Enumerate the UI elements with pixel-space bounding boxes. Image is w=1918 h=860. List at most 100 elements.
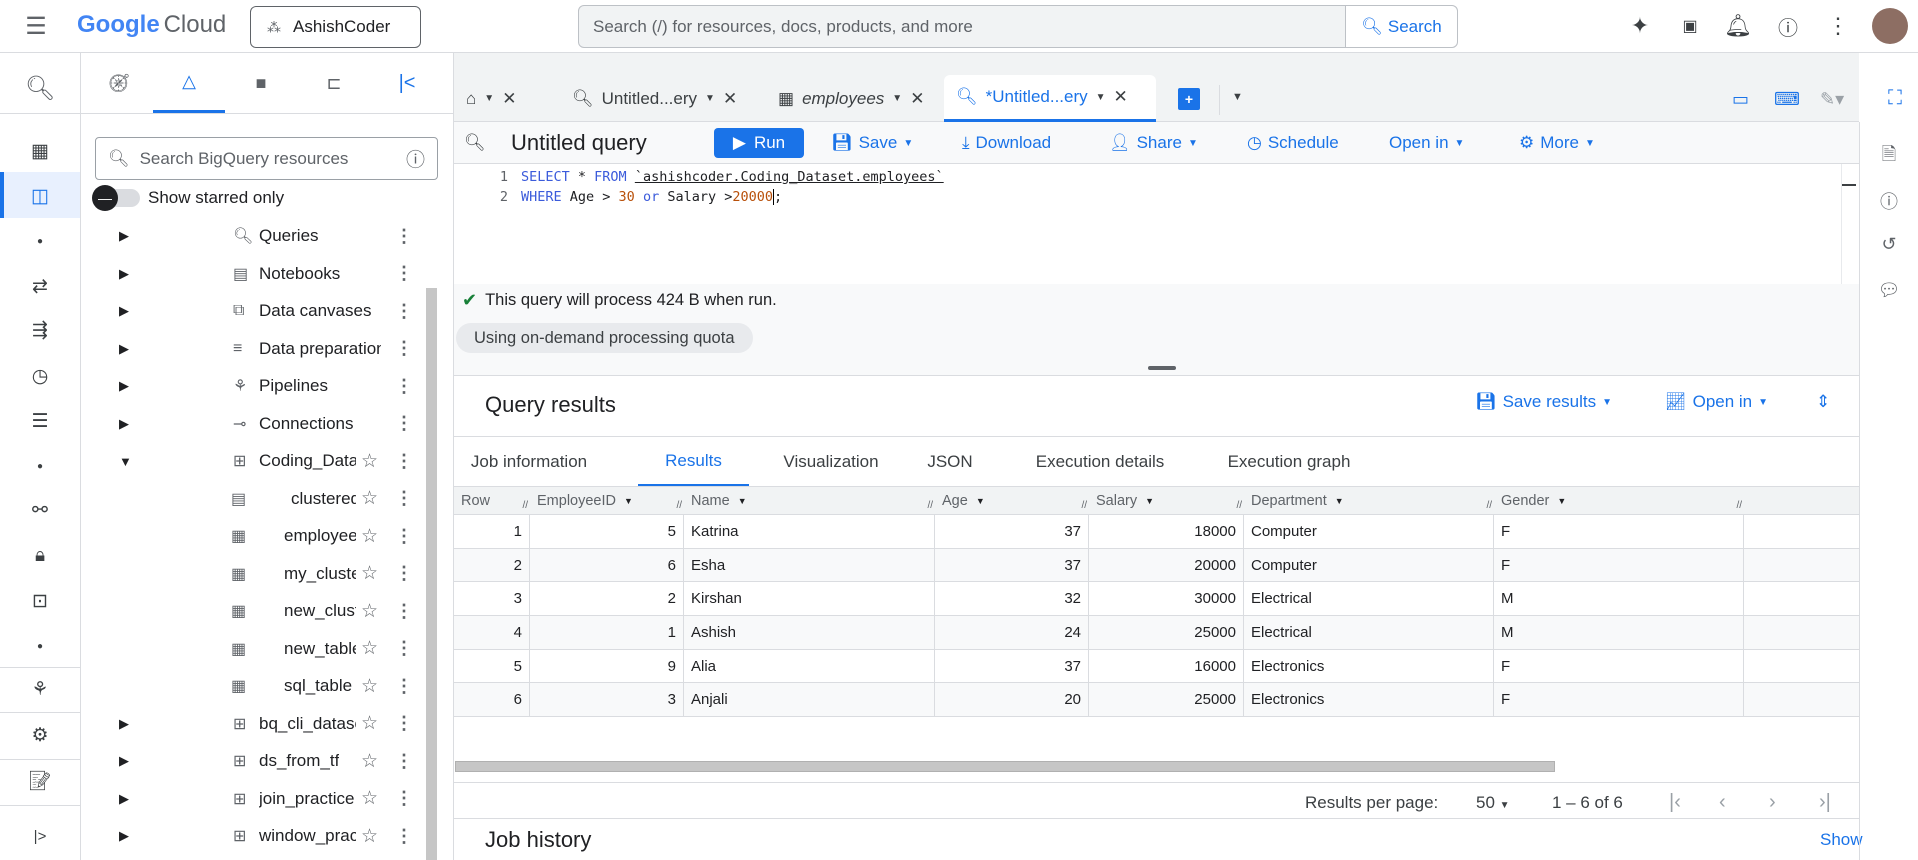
classic-explorer-tab-icon[interactable]: △ [153, 53, 225, 113]
partner-center-icon[interactable]: ⚘ [0, 674, 80, 704]
share-button[interactable]: 👤︎ Share ▼ [1109, 122, 1198, 164]
prev-page-icon[interactable]: ‹ [1719, 791, 1726, 814]
more-vert-icon[interactable]: ⋮ [395, 751, 413, 772]
sql-editor[interactable]: 1 2 SELECT * FROM `ashishcoder.Coding_Da… [454, 164, 1859, 284]
query-title[interactable]: Untitled query [511, 122, 647, 164]
tree-item[interactable]: ▶ ⧉ Data canvases ⋮ [81, 294, 431, 328]
settings-icon[interactable]: ⚙ [0, 720, 80, 750]
explorer-search[interactable]: 🔍︎ Search BigQuery resources ⓘ [95, 137, 438, 180]
column-resize-handle[interactable]: // [1236, 500, 1242, 511]
table-cell[interactable]: F [1494, 649, 1744, 683]
table-cell[interactable]: 16000 [1089, 649, 1244, 683]
tree-item[interactable]: ▦ employees ☆ ⋮ [81, 519, 431, 553]
table-cell[interactable]: 1 [530, 616, 684, 649]
table-cell[interactable]: Alia [684, 649, 935, 683]
help-icon[interactable]: ⓘ [1772, 10, 1804, 42]
more-vert-icon[interactable]: ⋮ [395, 376, 413, 397]
collapse-panel-icon[interactable]: |< [371, 53, 443, 113]
workflow-icon[interactable]: ☰ [0, 406, 80, 436]
global-search[interactable]: Search (/) for resources, docs, products… [578, 5, 1458, 48]
star-icon[interactable]: ☆ [361, 825, 378, 848]
tab-job-information[interactable]: Job information [454, 437, 604, 487]
tab-home[interactable]: ⌂ ▼ ✕ [454, 75, 528, 122]
column-header[interactable]: Age ▼ // [935, 487, 1089, 514]
star-icon[interactable]: ☆ [361, 637, 378, 660]
table-cell[interactable]: Computer [1244, 548, 1494, 582]
column-resize-handle[interactable]: // [1081, 500, 1087, 511]
next-page-icon[interactable]: › [1769, 791, 1776, 814]
pen-icon[interactable]: ✎▾ [1820, 89, 1844, 110]
expand-more-icon[interactable]: ▶ [119, 228, 129, 244]
table-cell[interactable]: 4 [454, 616, 530, 649]
tree-item[interactable]: ▼ ⊞ Coding_Dataset ☆ ⋮ [81, 444, 431, 478]
google-cloud-logo[interactable]: Google Cloud [77, 11, 226, 39]
save-button[interactable]: 💾︎ Save ▼ [831, 122, 913, 164]
expand-more-icon[interactable]: ▶ [119, 753, 129, 769]
more-vert-icon[interactable]: ⋮ [395, 601, 413, 622]
tabs-menu-chevron-icon[interactable]: ▼ [1232, 91, 1243, 103]
star-icon[interactable]: ☆ [361, 525, 378, 548]
explorer-search-input[interactable]: Search BigQuery resources [140, 149, 396, 169]
more-vert-icon[interactable]: ⋮ [395, 563, 413, 584]
table-cell[interactable]: 32 [935, 582, 1089, 616]
star-icon[interactable]: ☆ [361, 750, 378, 773]
sort-menu-icon[interactable]: ▼ [738, 496, 747, 506]
expand-less-icon[interactable]: ▼ [119, 454, 132, 469]
sort-menu-icon[interactable]: ▼ [624, 496, 633, 506]
more-vert-icon[interactable]: ⋮ [395, 263, 413, 284]
repository-tab-icon[interactable]: ⊏ [298, 53, 370, 113]
explorer-scrollbar[interactable] [426, 288, 437, 860]
tab-employees[interactable]: ▦ employees ▼ ✕ [766, 75, 936, 122]
table-cell[interactable]: 2 [454, 548, 530, 582]
table-cell[interactable]: 2 [530, 582, 684, 616]
table-cell[interactable]: 20000 [1089, 548, 1244, 582]
star-icon[interactable]: ☆ [361, 450, 378, 473]
column-resize-handle[interactable]: // [927, 500, 933, 511]
starred-toggle[interactable]: — Show starred only [92, 185, 284, 211]
table-cell[interactable]: 37 [935, 649, 1089, 683]
history-icon[interactable]: ↺ [1860, 234, 1918, 255]
tree-item[interactable]: ▶ ▤ Notebooks ⋮ [81, 257, 431, 291]
tree-item[interactable]: ▶ ⊸ Connections ⋮ [81, 407, 431, 441]
help-icon[interactable]: ⓘ [406, 145, 425, 172]
table-cell[interactable]: Computer [1244, 515, 1494, 548]
chevron-down-icon[interactable]: ▼ [1096, 92, 1106, 103]
sort-menu-icon[interactable]: ▼ [976, 496, 985, 506]
star-icon[interactable]: ☆ [361, 562, 378, 585]
tree-item[interactable]: ▶ ≡ Data preparations ⋮ [81, 332, 431, 366]
code-line-2[interactable]: WHERE Age > 30 or Salary >20000; [521, 189, 783, 205]
tree-item[interactable]: ▶ ⊞ join_practice ☆ ⋮ [81, 782, 431, 816]
chevron-down-icon[interactable]: ▼ [892, 93, 902, 104]
transfers-icon[interactable]: ⇄ [0, 271, 80, 301]
table-cell[interactable]: 5 [530, 515, 684, 548]
tab-json[interactable]: JSON [920, 437, 980, 487]
tab-visualization[interactable]: Visualization [766, 437, 896, 487]
query-details-icon[interactable]: 🗎 [1860, 142, 1918, 172]
star-icon[interactable]: ☆ [361, 712, 378, 735]
table-cell[interactable]: Kirshan [684, 582, 935, 616]
tree-item[interactable]: ▤ clustered_table☆ ⋮ [81, 482, 431, 516]
more-vert-icon[interactable]: ⋮ [395, 451, 413, 472]
expand-more-icon[interactable]: ▶ [119, 828, 129, 844]
scheduled-queries-icon[interactable]: ◷ [0, 361, 80, 391]
tree-item[interactable]: ▶ 🔍︎ Queries ⋮ [81, 219, 431, 253]
table-cell[interactable]: 1 [454, 515, 530, 548]
expand-rail-icon[interactable]: |> [0, 821, 80, 851]
schedule-button[interactable]: ◷ Schedule [1247, 122, 1339, 164]
first-page-icon[interactable]: |‹ [1669, 791, 1681, 814]
more-vert-icon[interactable]: ⋮ [395, 226, 413, 247]
studio-icon[interactable]: ◫ [0, 181, 80, 211]
release-notes-icon[interactable]: 📝︎ [0, 766, 80, 796]
expand-more-icon[interactable]: ▶ [119, 416, 129, 432]
table-cell[interactable]: Katrina [684, 515, 935, 548]
info-icon[interactable]: ⓘ [1860, 188, 1918, 214]
column-header[interactable]: Row // [454, 487, 530, 514]
tree-item[interactable]: ▦ new_clustered_table ☆ ⋮ [81, 594, 431, 628]
table-cell[interactable]: 6 [454, 683, 530, 717]
tree-item[interactable]: ▦ sql_table ☆ ⋮ [81, 669, 431, 703]
capacity-icon[interactable]: ⊡ [0, 586, 80, 616]
dashboard-icon[interactable]: ▦ [0, 136, 80, 166]
expand-more-icon[interactable]: ▶ [119, 303, 129, 319]
table-cell[interactable]: Ashish [684, 616, 935, 649]
tree-item[interactable]: ▦ new_table ☆ ⋮ [81, 632, 431, 666]
